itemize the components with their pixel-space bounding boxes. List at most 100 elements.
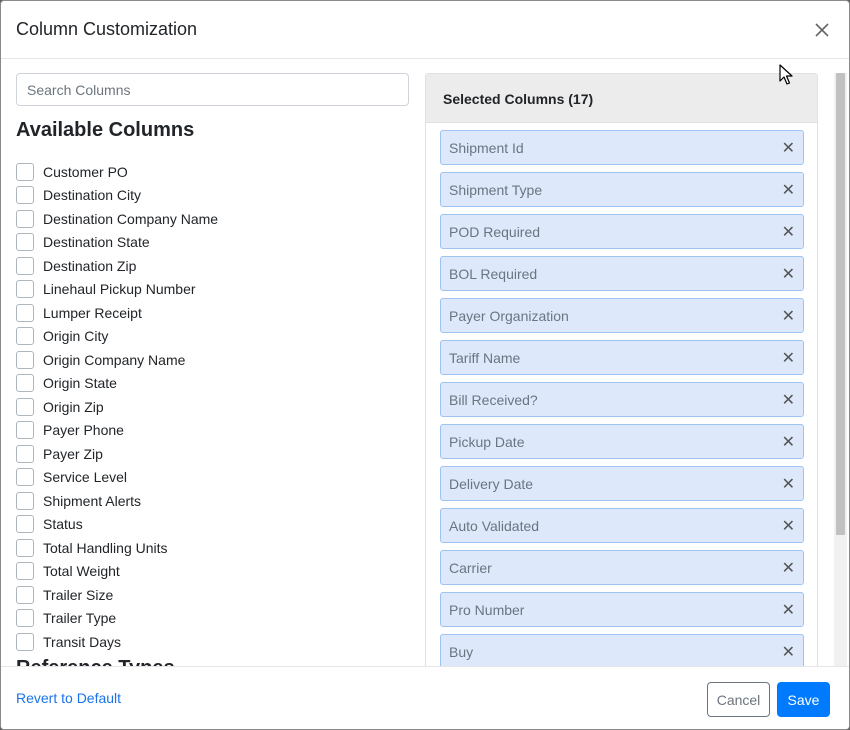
column-checkbox[interactable] [16, 209, 34, 228]
column-label: Origin Company Name [43, 351, 186, 368]
remove-icon[interactable]: ✕ [782, 600, 795, 620]
selected-column-chip[interactable]: Bill Received? ✕ [440, 382, 804, 417]
available-column-item[interactable]: Linehaul Pickup Number [16, 278, 218, 302]
selected-column-chip[interactable]: Shipment Id ✕ [440, 130, 804, 165]
column-checkbox[interactable] [16, 397, 34, 416]
remove-icon[interactable]: ✕ [782, 306, 795, 326]
column-checkbox[interactable] [16, 444, 34, 463]
column-label: Origin City [43, 328, 109, 345]
column-checkbox[interactable] [16, 233, 34, 252]
save-button[interactable]: Save [777, 682, 830, 717]
selected-column-chip[interactable]: Delivery Date ✕ [440, 466, 804, 501]
column-checkbox[interactable] [16, 303, 34, 322]
chip-label: Tariff Name [449, 349, 521, 366]
revert-to-default-link[interactable]: Revert to Default [16, 690, 121, 706]
remove-icon[interactable]: ✕ [782, 138, 795, 158]
column-label: Trailer Size [43, 586, 114, 603]
remove-icon[interactable]: ✕ [782, 264, 795, 284]
available-column-item[interactable]: Trailer Size [16, 583, 218, 607]
available-column-item[interactable]: Origin State [16, 372, 218, 396]
remove-icon[interactable]: ✕ [782, 516, 795, 536]
remove-icon[interactable]: ✕ [782, 558, 795, 578]
available-column-item[interactable]: Destination State [16, 231, 218, 255]
selected-column-chip[interactable]: POD Required ✕ [440, 214, 804, 249]
mouse-pointer-icon [779, 64, 793, 85]
column-checkbox[interactable] [16, 350, 34, 369]
remove-icon[interactable]: ✕ [782, 432, 795, 452]
available-column-item[interactable]: Origin City [16, 325, 218, 349]
column-checkbox[interactable] [16, 280, 34, 299]
remove-icon[interactable]: ✕ [782, 390, 795, 410]
column-checkbox[interactable] [16, 468, 34, 487]
available-column-item[interactable]: Lumper Receipt [16, 301, 218, 325]
column-checkbox[interactable] [16, 327, 34, 346]
chip-label: BOL Required [449, 265, 538, 282]
remove-icon[interactable]: ✕ [782, 348, 795, 368]
column-checkbox[interactable] [16, 562, 34, 581]
selected-column-chip[interactable]: Buy ✕ [440, 634, 804, 666]
column-checkbox[interactable] [16, 632, 34, 651]
column-label: Status [43, 516, 83, 533]
available-column-item[interactable]: Service Level [16, 466, 218, 490]
column-checkbox[interactable] [16, 609, 34, 628]
available-column-item[interactable]: Total Weight [16, 560, 218, 584]
selected-column-chip[interactable]: Pro Number ✕ [440, 592, 804, 627]
column-label: Payer Zip [43, 445, 103, 462]
reference-types-heading: Reference Types [16, 657, 175, 666]
available-column-item[interactable]: Payer Zip [16, 442, 218, 466]
modal-title: Column Customization [16, 19, 198, 39]
column-checkbox[interactable] [16, 538, 34, 557]
column-label: Transit Days [43, 633, 122, 650]
selected-columns-header: Selected Columns (17) [426, 74, 817, 123]
column-checkbox[interactable] [16, 491, 34, 510]
available-column-item[interactable]: Destination Zip [16, 254, 218, 278]
modal-footer: Revert to Default Cancel Save [1, 666, 849, 729]
remove-icon[interactable]: ✕ [782, 180, 795, 200]
selected-column-chip[interactable]: Pickup Date ✕ [440, 424, 804, 459]
close-icon [815, 23, 829, 37]
available-column-item[interactable]: Payer Phone [16, 419, 218, 443]
chip-label: POD Required [449, 223, 541, 240]
available-column-item[interactable]: Trailer Type [16, 607, 218, 631]
chip-label: Shipment Type [449, 181, 543, 198]
column-label: Trailer Type [43, 610, 117, 627]
available-column-item[interactable]: Status [16, 513, 218, 537]
available-column-item[interactable]: Destination City [16, 184, 218, 208]
available-column-item[interactable]: Origin Zip [16, 395, 218, 419]
available-column-item[interactable]: Total Handling Units [16, 536, 218, 560]
selected-column-chip[interactable]: Carrier ✕ [440, 550, 804, 585]
available-column-item[interactable]: Customer PO [16, 160, 218, 184]
column-label: Origin Zip [43, 398, 104, 415]
column-checkbox[interactable] [16, 162, 34, 181]
selected-column-chip[interactable]: Tariff Name ✕ [440, 340, 804, 375]
scrollbar-thumb[interactable] [836, 73, 845, 535]
column-checkbox[interactable] [16, 186, 34, 205]
column-label: Linehaul Pickup Number [43, 281, 196, 298]
available-column-item[interactable]: Shipment Alerts [16, 489, 218, 513]
column-checkbox[interactable] [16, 374, 34, 393]
column-label: Lumper Receipt [43, 304, 142, 321]
available-column-item[interactable]: Destination Company Name [16, 207, 218, 231]
column-checkbox[interactable] [16, 256, 34, 275]
remove-icon[interactable]: ✕ [782, 642, 795, 662]
selected-column-chip[interactable]: Payer Organization ✕ [440, 298, 804, 333]
selected-column-chip[interactable]: Auto Validated ✕ [440, 508, 804, 543]
remove-icon[interactable]: ✕ [782, 474, 795, 494]
selected-column-chip[interactable]: Shipment Type ✕ [440, 172, 804, 207]
chip-label: Auto Validated [449, 517, 540, 534]
column-checkbox[interactable] [16, 421, 34, 440]
column-checkbox[interactable] [16, 585, 34, 604]
available-columns-list: Customer PO Destination City Destination C… [16, 160, 218, 654]
scrollbar[interactable] [834, 73, 847, 666]
column-label: Service Level [43, 469, 128, 486]
cancel-button[interactable]: Cancel [707, 682, 770, 717]
column-label: Payer Phone [43, 422, 124, 439]
column-checkbox[interactable] [16, 515, 34, 534]
selected-column-chip[interactable]: BOL Required ✕ [440, 256, 804, 291]
available-column-item[interactable]: Transit Days [16, 630, 218, 654]
remove-icon[interactable]: ✕ [782, 222, 795, 242]
search-columns-input[interactable] [16, 73, 409, 106]
close-button[interactable] [807, 15, 837, 45]
available-column-item[interactable]: Origin Company Name [16, 348, 218, 372]
modal-header: Column Customization [1, 1, 849, 59]
